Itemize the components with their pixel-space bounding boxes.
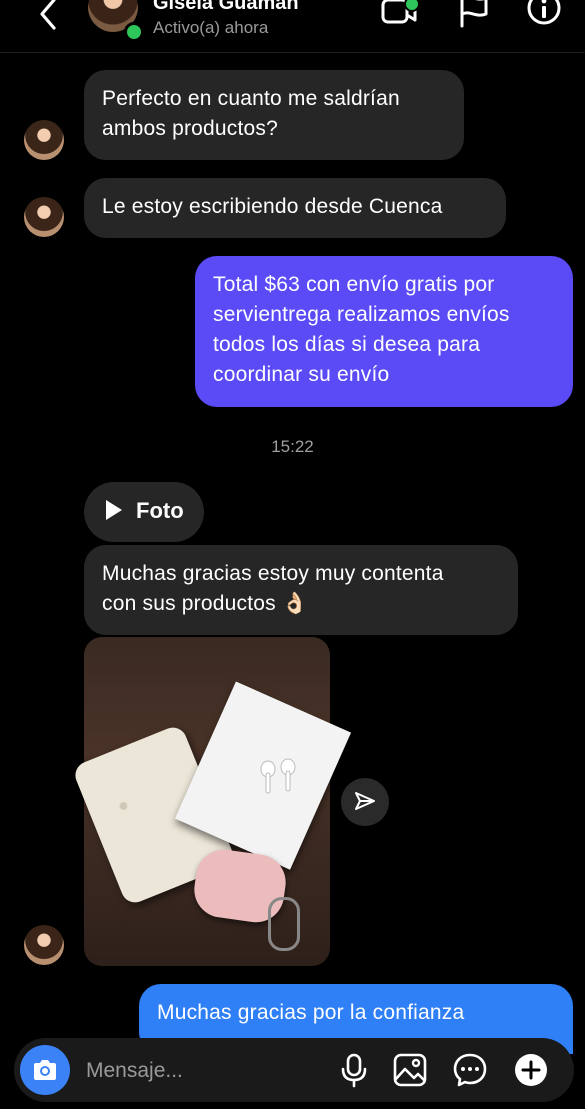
online-indicator [124,22,144,42]
gallery-icon[interactable] [392,1052,428,1088]
message-line: con sus productos 👌🏻 [102,592,309,615]
contact-name[interactable]: Gisela Guaman [153,0,299,15]
message-line: coordinar su envío [213,363,390,386]
sender-avatar[interactable] [24,120,64,160]
send-icon [355,792,375,810]
incoming-message[interactable]: Muchas gracias estoy muy contenta con su… [84,545,518,635]
outgoing-message[interactable]: Total $63 con envío gratis por servientr… [195,256,573,407]
message-input[interactable] [84,1048,308,1094]
message-timestamp: 15:22 [271,437,314,456]
message-line: Muchas gracias por la confianza [157,1001,465,1024]
message-line: todos los días si desea para [213,333,481,356]
message-line: servientrega realizamos envíos [213,303,510,326]
sender-avatar[interactable] [24,197,64,237]
info-icon[interactable] [525,0,563,30]
microphone-icon[interactable] [336,1052,372,1088]
sender-avatar[interactable] [24,925,64,965]
flag-icon[interactable] [455,0,493,30]
contact-status: Activo(a) ahora [153,18,269,37]
photo-carabiner [268,897,300,951]
message-line: ambos productos? [102,117,278,140]
sticker-icon[interactable] [452,1052,488,1088]
back-icon[interactable] [34,0,62,32]
incoming-message[interactable]: Le estoy escribiendo desde Cuenca [84,178,506,238]
apple-logo-icon: ● [118,795,129,815]
message-line: Le estoy escribiendo desde Cuenca [102,195,443,218]
message-line: Muchas gracias estoy muy contenta [102,562,444,585]
airpods-image-icon [260,758,296,794]
message-line: Total $63 con envío gratis por [213,273,495,296]
play-icon [106,500,122,520]
photo-label: Foto [136,498,184,523]
camera-icon [34,1060,56,1080]
message-line: Perfecto en cuanto me saldrían [102,87,400,110]
add-icon[interactable] [513,1052,549,1088]
incoming-message[interactable]: Perfecto en cuanto me saldrían ambos pro… [84,70,464,160]
